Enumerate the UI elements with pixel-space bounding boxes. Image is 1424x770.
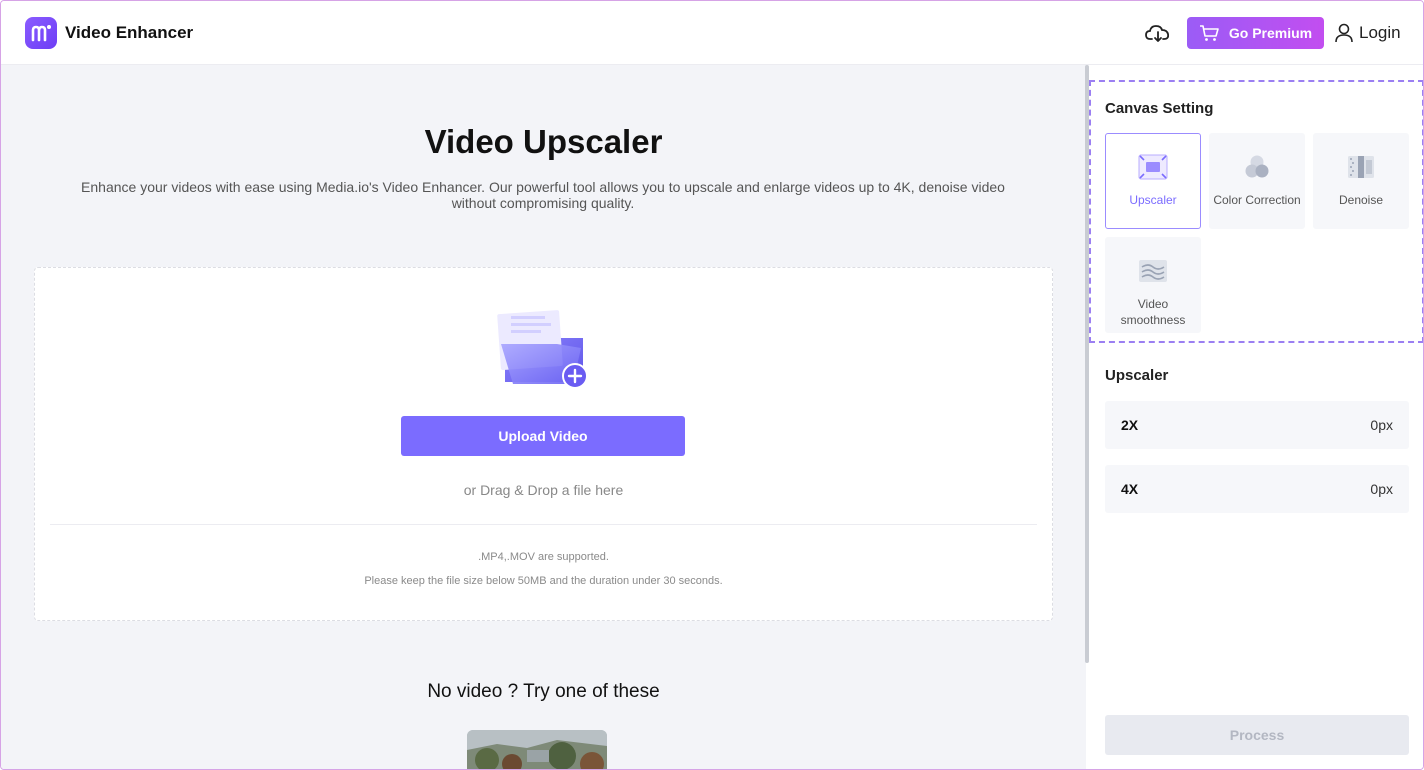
color-correction-icon [1245, 155, 1269, 178]
divider [50, 524, 1037, 525]
upload-dropzone[interactable]: Upload Video or Drag & Drop a file here … [34, 267, 1053, 621]
supported-formats-text: .MP4,.MOV are supported. [478, 551, 609, 563]
main-content: Video Upscaler Enhance your videos with … [1, 65, 1086, 769]
scale-option-4x[interactable]: 4X 0px [1105, 465, 1409, 513]
tool-denoise[interactable]: Denoise [1313, 133, 1409, 229]
tool-denoise-label: Denoise [1338, 193, 1384, 207]
drag-drop-hint: or Drag & Drop a file here [463, 482, 624, 498]
cart-icon [1199, 25, 1219, 41]
tool-upscaler-label: Upscaler [1129, 193, 1177, 207]
app-window: Video Enhancer Go Premium Login Video Up… [0, 0, 1424, 770]
video-smoothness-icon [1139, 260, 1167, 282]
tool-color-correction-label: Color Correction [1213, 193, 1301, 207]
tool-video-smoothness[interactable]: Video smoothness [1105, 237, 1201, 333]
scale-option-value: 0px [1370, 481, 1393, 497]
tool-color-correction[interactable]: Color Correction [1209, 133, 1305, 229]
tool-upscaler[interactable]: Upscaler [1105, 133, 1201, 229]
top-bar: Video Enhancer Go Premium Login [1, 1, 1423, 65]
upscaler-icon [1138, 154, 1168, 180]
scale-option-value: 0px [1370, 417, 1393, 433]
user-icon [1335, 23, 1353, 43]
scale-option-2x[interactable]: 2X 0px [1105, 401, 1409, 449]
app-title: Video Enhancer [65, 23, 194, 42]
login-label: Login [1359, 23, 1401, 42]
upscaler-title: Upscaler [1105, 367, 1169, 384]
login-button[interactable]: Login [1335, 21, 1401, 45]
tool-video-smoothness-label: Video smoothness [1120, 297, 1186, 327]
logo-mark-icon [31, 25, 51, 42]
folder-upload-icon [497, 310, 588, 389]
upload-video-button[interactable]: Upload Video [401, 416, 685, 456]
sample-videos-title: No video ? Try one of these [427, 681, 660, 702]
go-premium-button[interactable]: Go Premium [1187, 17, 1324, 49]
sample-thumbnail-image [467, 730, 607, 769]
process-button[interactable]: Process [1105, 715, 1409, 755]
scale-option-label: 2X [1121, 417, 1139, 433]
media-io-logo[interactable] [25, 17, 57, 49]
canvas-setting-section: Canvas Setting Upscaler Color Correction [1089, 80, 1423, 343]
page-title: Video Upscaler [424, 123, 663, 160]
denoise-icon [1348, 156, 1374, 178]
canvas-setting-title: Canvas Setting [1105, 100, 1214, 117]
file-limit-text: Please keep the file size below 50MB and… [364, 575, 723, 587]
scale-option-label: 4X [1121, 481, 1139, 497]
cloud-download-icon[interactable] [1144, 21, 1172, 45]
sample-video-thumbnail[interactable] [467, 730, 607, 769]
settings-panel: Canvas Setting Upscaler Color Correction [1089, 65, 1423, 769]
go-premium-label: Go Premium [1228, 25, 1313, 41]
page-description: Enhance your videos with ease using Medi… [81, 179, 1005, 211]
